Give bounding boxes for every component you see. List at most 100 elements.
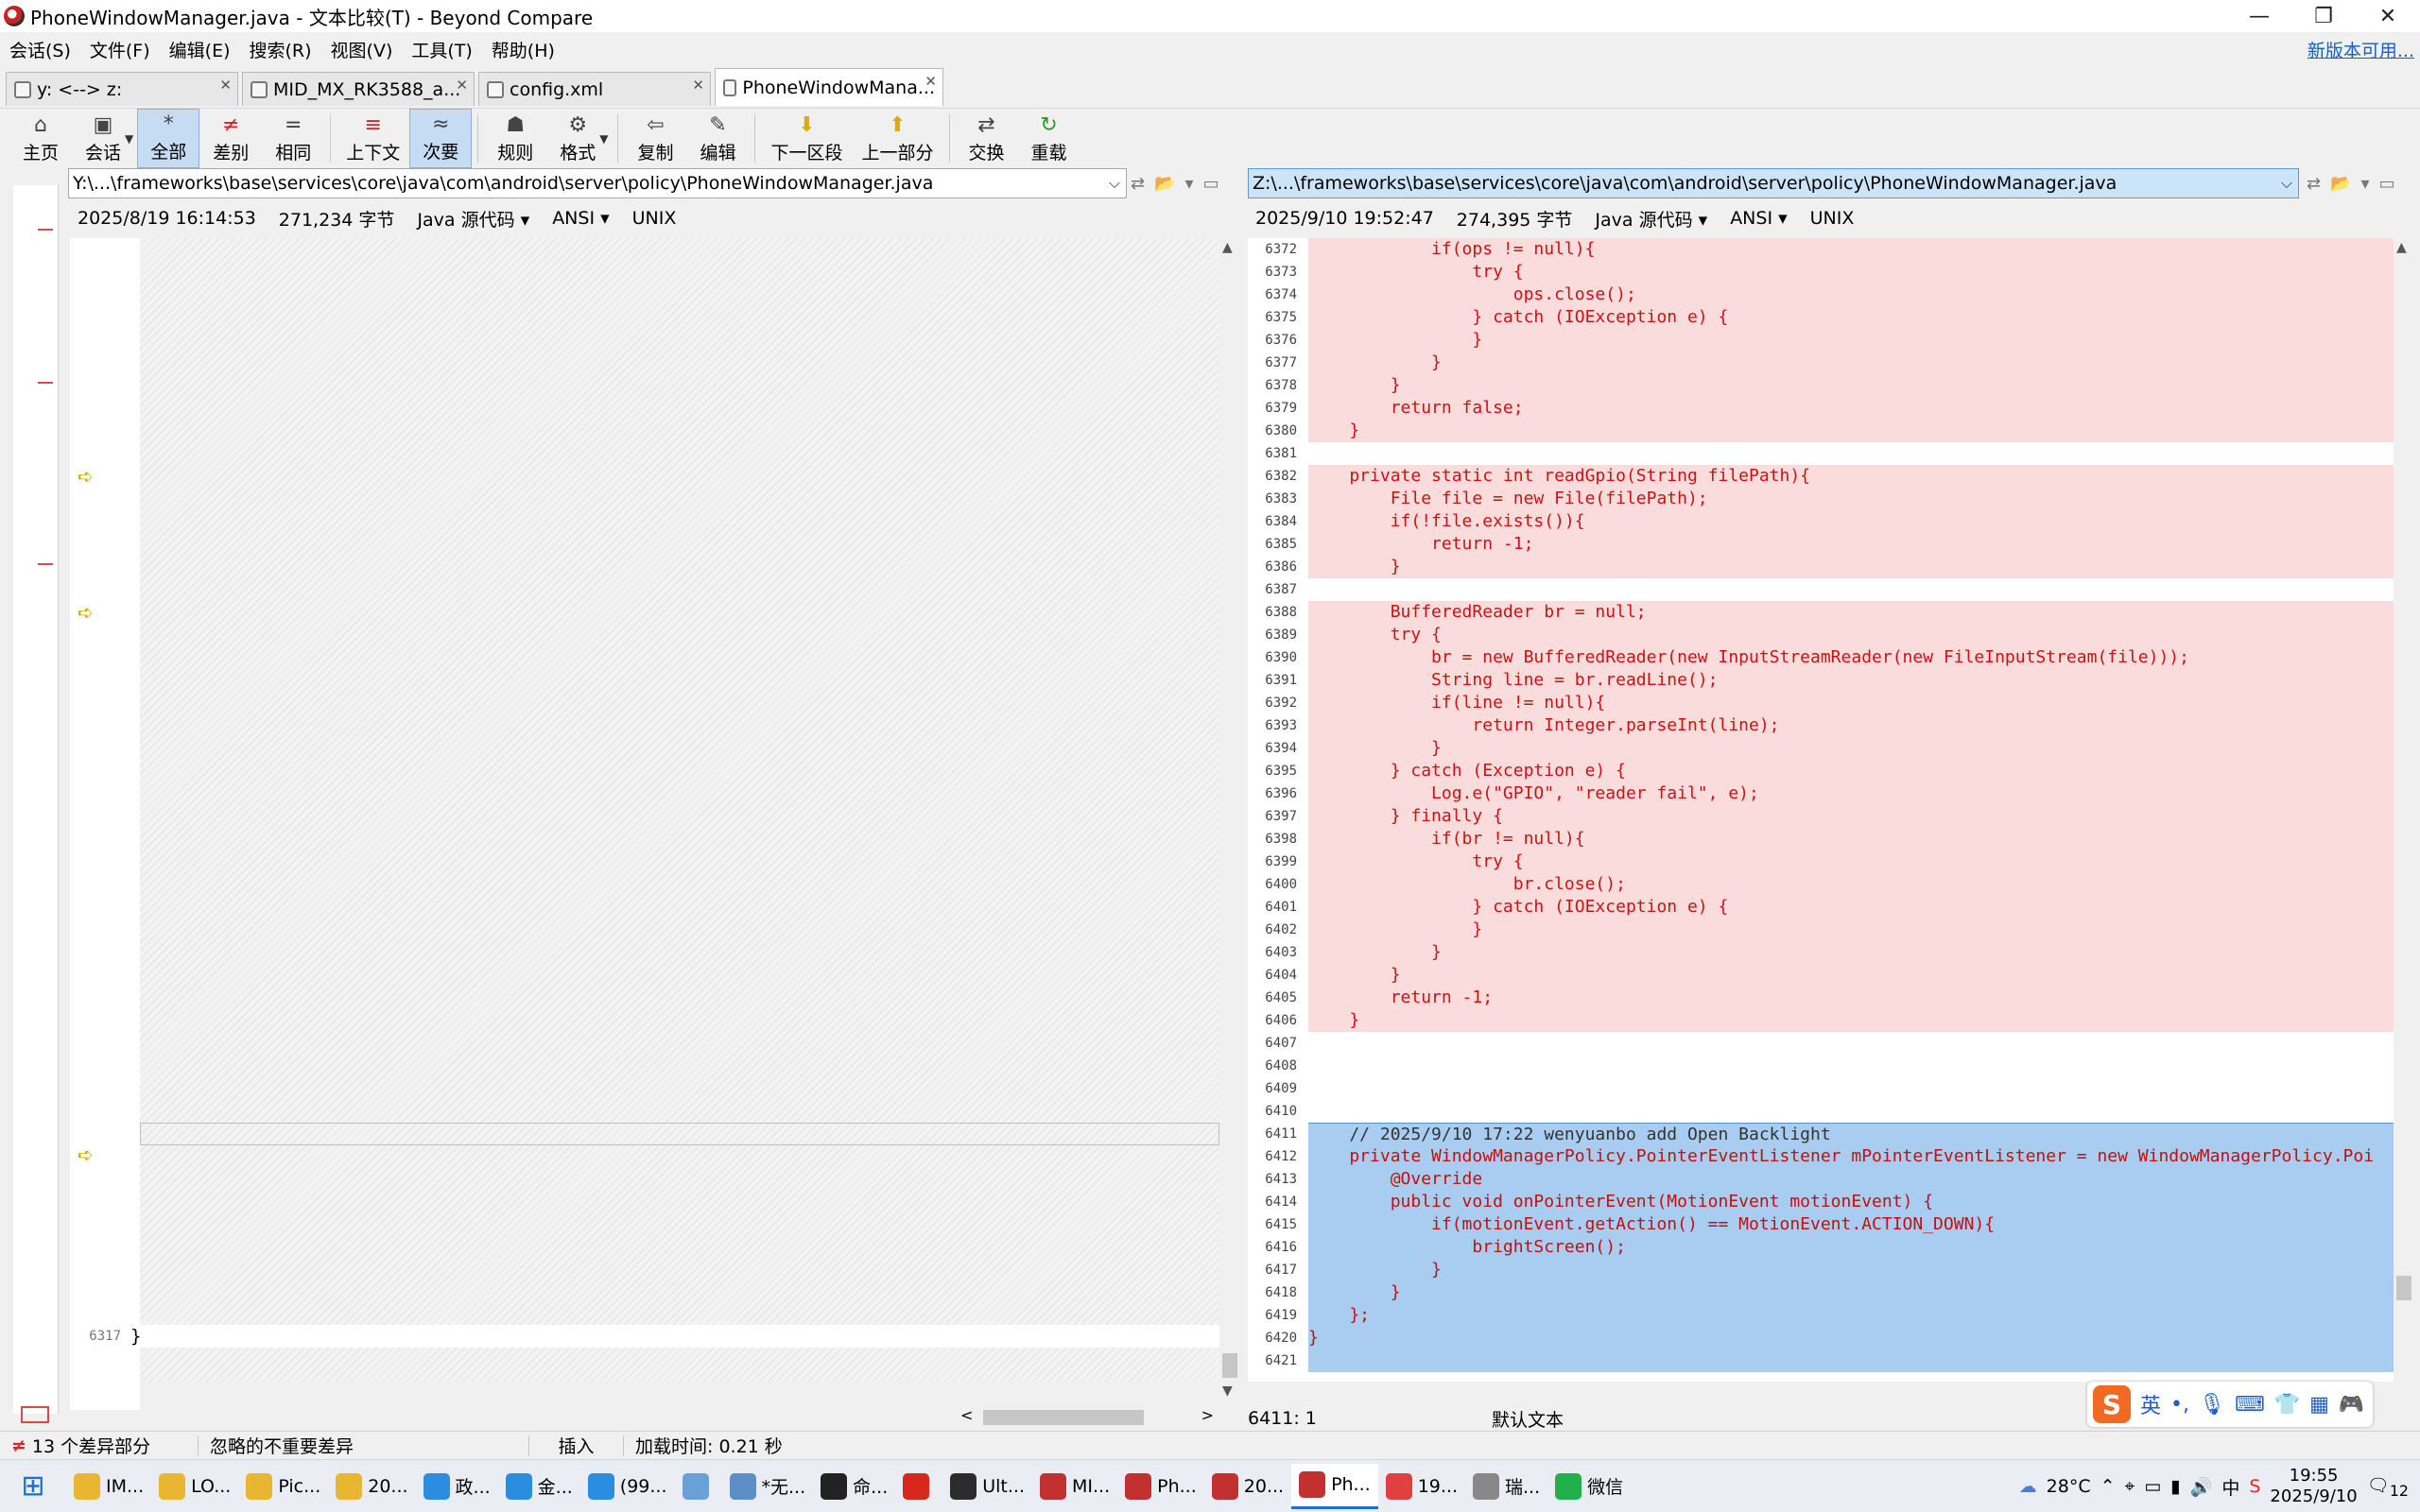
- right-code-line[interactable]: 6409: [1248, 1077, 2394, 1100]
- save-icon[interactable]: ▭: [2379, 174, 2395, 194]
- taskbar-app[interactable]: Ph...: [1291, 1463, 1378, 1509]
- reload-button[interactable]: ↻ 重载: [1018, 109, 1080, 168]
- menu-view[interactable]: 视图(V): [321, 37, 403, 62]
- show-all-button[interactable]: * 全部: [137, 109, 200, 168]
- copy-button[interactable]: ⇦ 复制: [624, 109, 686, 168]
- taskbar-app[interactable]: [675, 1464, 722, 1509]
- update-available-link[interactable]: 新版本可用...: [2308, 37, 2414, 62]
- right-code-line[interactable]: 6415 if(motionEvent.getAction() == Motio…: [1248, 1213, 2394, 1236]
- rules-button[interactable]: ☗ 规则: [484, 109, 546, 168]
- taskbar-app[interactable]: 20...: [328, 1464, 415, 1509]
- right-code-line[interactable]: 6384 if(!file.exists()){: [1248, 510, 2394, 533]
- right-code-line[interactable]: 6387: [1248, 578, 2394, 601]
- right-code-line[interactable]: 6421: [1248, 1349, 2394, 1372]
- swap-small-icon[interactable]: ⇄: [1131, 174, 1145, 194]
- tab-phonewindowmanager[interactable]: PhoneWindowMana... ✕: [715, 68, 943, 106]
- right-code-line[interactable]: 6373 try {: [1248, 261, 2394, 284]
- left-format-dropdown[interactable]: Java 源代码 ▾: [417, 206, 529, 232]
- right-code-line[interactable]: 6414 public void onPointerEvent(MotionEv…: [1248, 1191, 2394, 1213]
- right-code-line[interactable]: 6396 Log.e("GPIO", "reader fail", e);: [1248, 782, 2394, 805]
- right-code-line[interactable]: 6392 if(line != null){: [1248, 692, 2394, 714]
- right-code-line[interactable]: 6379 return false;: [1248, 397, 2394, 420]
- right-code-line[interactable]: 6389 try {: [1248, 624, 2394, 646]
- volume-icon[interactable]: 🔊: [2190, 1476, 2213, 1498]
- chevron-up-icon[interactable]: ⌃: [2100, 1476, 2116, 1497]
- prev-section-button[interactable]: ⬆ 上一部分: [853, 109, 943, 168]
- minimize-button[interactable]: —: [2227, 0, 2291, 32]
- taskbar-app[interactable]: 政...: [416, 1464, 498, 1509]
- tab-folder-compare[interactable]: y: <--> z: ✕: [6, 72, 238, 106]
- right-code-line[interactable]: 6378 }: [1248, 374, 2394, 397]
- right-code-line[interactable]: 6413 @Override: [1248, 1168, 2394, 1191]
- right-code-line[interactable]: 6408: [1248, 1055, 2394, 1077]
- right-code-line[interactable]: 6376 }: [1248, 329, 2394, 352]
- taskbar-app[interactable]: 20...: [1204, 1464, 1291, 1509]
- taskbar-app[interactable]: 微信: [1547, 1464, 1631, 1509]
- right-code-line[interactable]: 6388 BufferedReader br = null;: [1248, 601, 2394, 624]
- diff-arrow-icon[interactable]: ➪: [78, 465, 94, 488]
- restore-button[interactable]: ❐: [2291, 0, 2356, 32]
- right-code-line[interactable]: 6375 } catch (IOException e) {: [1248, 306, 2394, 329]
- left-vertical-scrollbar[interactable]: ▲ ▼: [1219, 238, 1240, 1400]
- tab-close-icon[interactable]: ✕: [925, 73, 937, 90]
- network-icon[interactable]: ⌖: [2125, 1476, 2135, 1497]
- taskbar-app[interactable]: *无...: [722, 1464, 814, 1509]
- taskbar-app[interactable]: (99...: [580, 1464, 675, 1509]
- scrollbar-thumb[interactable]: [1222, 1353, 1237, 1378]
- right-path-input[interactable]: Z:\...\frameworks\base\services\core\jav…: [1248, 168, 2299, 198]
- left-encoding-dropdown[interactable]: ANSI ▾: [552, 208, 609, 229]
- right-code-line[interactable]: 6380 }: [1248, 420, 2394, 442]
- right-code-line[interactable]: 6412 private WindowManagerPolicy.Pointer…: [1248, 1145, 2394, 1168]
- tab-close-icon[interactable]: ✕: [456, 77, 468, 94]
- left-code-line[interactable]: 6317 }: [70, 1325, 1219, 1348]
- notification-icon[interactable]: 🗨12: [2367, 1474, 2409, 1500]
- menu-session[interactable]: 会话(S): [0, 37, 80, 62]
- right-code-line[interactable]: 6394 }: [1248, 737, 2394, 760]
- save-icon[interactable]: ▭: [1203, 174, 1219, 194]
- right-code-line[interactable]: 6391 String line = br.readLine();: [1248, 669, 2394, 692]
- scroll-right-icon[interactable]: >: [1201, 1406, 1214, 1424]
- edit-button[interactable]: ✎ 编辑: [686, 109, 749, 168]
- keyboard-icon[interactable]: ⌨: [2235, 1393, 2265, 1417]
- toolbox-icon[interactable]: ▦: [2309, 1393, 2329, 1417]
- viewport-indicator[interactable]: [21, 1406, 49, 1423]
- taskbar-app[interactable]: [895, 1464, 942, 1509]
- right-code-line[interactable]: 6382 private static int readGpio(String …: [1248, 465, 2394, 488]
- right-code-line[interactable]: 6398 if(br != null){: [1248, 828, 2394, 850]
- diff-arrow-icon[interactable]: ➪: [78, 1143, 94, 1166]
- scrollbar-thumb[interactable]: [983, 1410, 1144, 1425]
- taskbar-app[interactable]: IM...: [66, 1464, 151, 1509]
- right-code-line[interactable]: 6403 }: [1248, 941, 2394, 964]
- minor-button[interactable]: ≈ 次要: [409, 109, 473, 168]
- scroll-left-icon[interactable]: <: [960, 1406, 973, 1424]
- taskbar-app[interactable]: 瑞...: [1465, 1464, 1547, 1509]
- taskbar-app[interactable]: 命...: [813, 1464, 895, 1509]
- right-code-line[interactable]: 6383 File file = new File(filePath);: [1248, 488, 2394, 510]
- gamepad-icon[interactable]: 🎮: [2339, 1393, 2364, 1417]
- right-code-line[interactable]: 6385 return -1;: [1248, 533, 2394, 556]
- battery-icon[interactable]: ▮: [2170, 1476, 2180, 1497]
- weather-temp[interactable]: 28°C: [2047, 1476, 2091, 1497]
- tab-config-xml[interactable]: config.xml ✕: [478, 72, 711, 106]
- right-code-line[interactable]: 6400 br.close();: [1248, 873, 2394, 896]
- scroll-up-icon[interactable]: ▲: [1222, 240, 1233, 255]
- sogou-logo-icon[interactable]: S: [2093, 1385, 2131, 1423]
- right-code-line[interactable]: 6395 } catch (Exception e) {: [1248, 760, 2394, 782]
- taskbar-app[interactable]: Ph...: [1117, 1464, 1204, 1509]
- menu-search[interactable]: 搜索(R): [240, 37, 321, 62]
- right-code-line[interactable]: 6401 } catch (IOException e) {: [1248, 896, 2394, 919]
- left-horizontal-scrollbar[interactable]: < >: [957, 1406, 1219, 1429]
- left-code-pane[interactable]: [140, 238, 1219, 1382]
- right-encoding-dropdown[interactable]: ANSI ▾: [1730, 208, 1787, 229]
- right-code-line[interactable]: 6407: [1248, 1032, 2394, 1055]
- sogou-tray-icon[interactable]: S: [2249, 1476, 2260, 1497]
- chevron-down-icon[interactable]: ▾: [1185, 174, 1194, 194]
- chevron-down-icon[interactable]: ⌵: [1109, 174, 1120, 193]
- right-code-line[interactable]: 6418 }: [1248, 1281, 2394, 1304]
- taskbar-app[interactable]: Pic...: [238, 1464, 328, 1509]
- session-dropdown-icon[interactable]: ▼: [125, 132, 133, 146]
- right-code-line[interactable]: 6381: [1248, 442, 2394, 465]
- menu-file[interactable]: 文件(F): [80, 37, 160, 62]
- right-code-line[interactable]: 6416 brightScreen();: [1248, 1236, 2394, 1259]
- taskbar-app[interactable]: 19...: [1378, 1464, 1465, 1509]
